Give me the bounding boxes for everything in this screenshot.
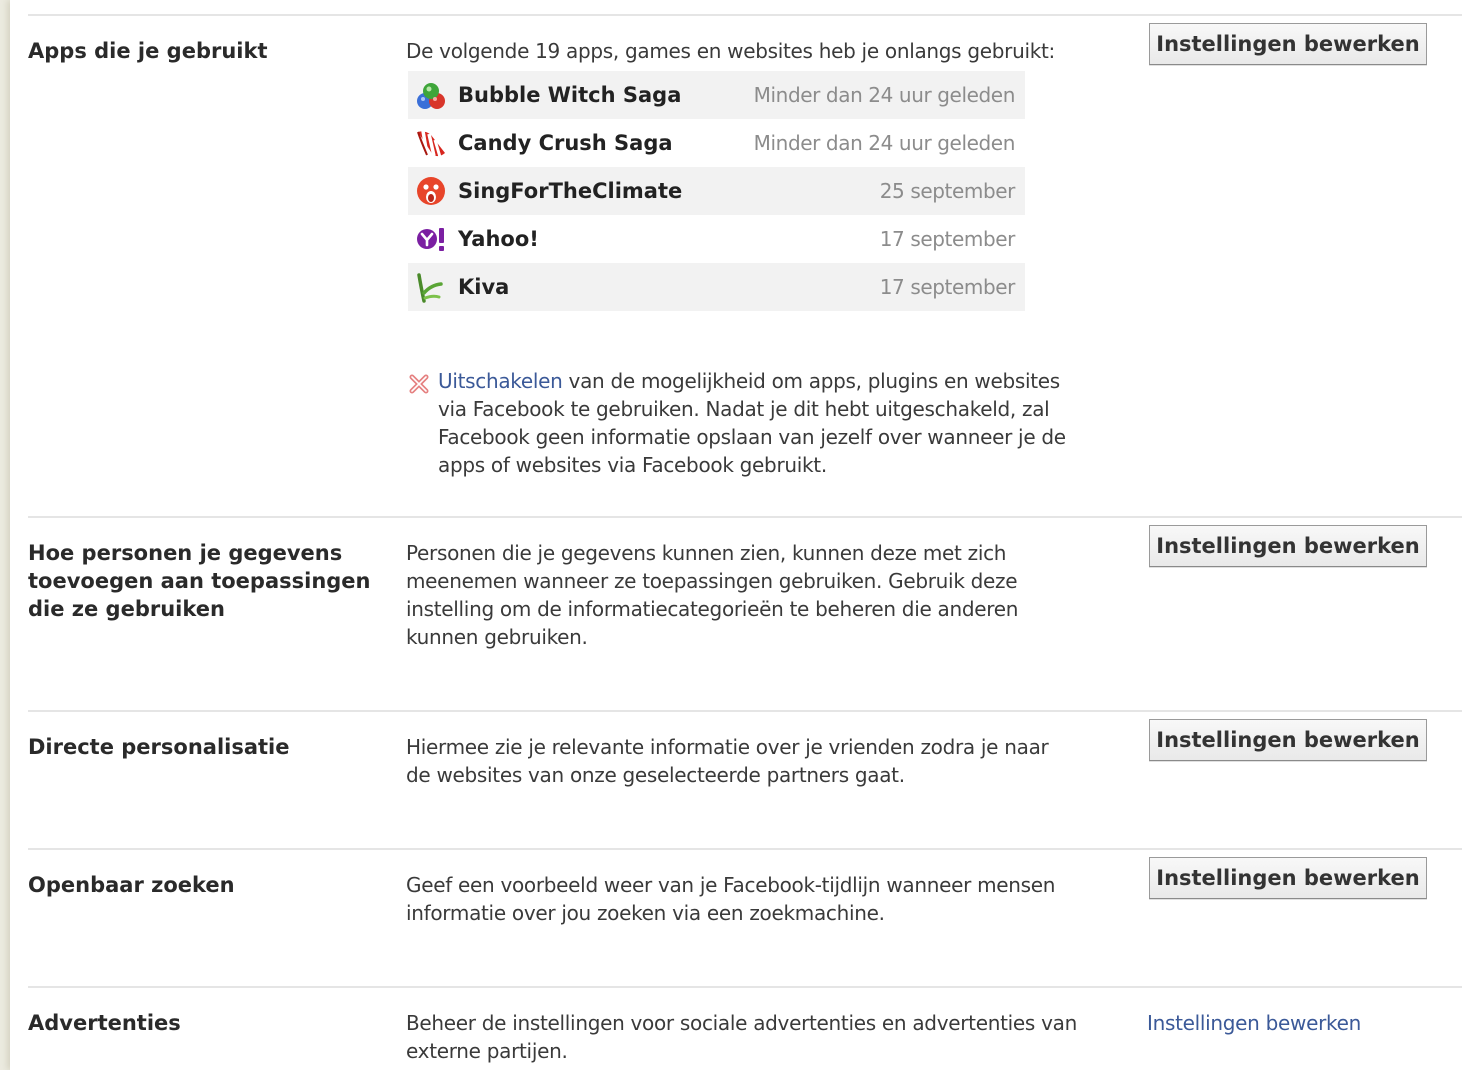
app-last-used: Minder dan 24 uur geleden (753, 83, 1016, 107)
app-last-used: Minder dan 24 uur geleden (753, 131, 1016, 155)
section-title: Advertenties (28, 1011, 181, 1035)
section-divider (28, 710, 1462, 712)
candy-crush-saga-icon (417, 130, 445, 158)
section-title: Hoe personen je gegevens toevoegen aan t… (28, 541, 371, 621)
instant-personalization-edit-button[interactable]: Instellingen bewerken (1149, 719, 1427, 761)
apps-section-title: Apps die je gebruikt (28, 39, 268, 63)
public-search-edit-button[interactable]: Instellingen bewerken (1149, 857, 1427, 899)
recent-apps-list: Bubble Witch Saga Minder dan 24 uur gele… (408, 71, 1025, 311)
app-name[interactable]: Yahoo! (458, 224, 539, 254)
app-last-used: 25 september (879, 179, 1016, 203)
singfortheclimate-icon (417, 177, 445, 205)
apps-edit-settings-button[interactable]: Instellingen bewerken (1149, 23, 1427, 65)
section-title: Openbaar zoeken (28, 873, 235, 897)
section-divider (28, 986, 1462, 988)
section-title: Directe personalisatie (28, 735, 290, 759)
yahoo-icon (417, 228, 444, 251)
app-row-candy-crush-saga[interactable]: Candy Crush Saga Minder dan 24 uur geled… (408, 119, 1025, 167)
app-name[interactable]: Candy Crush Saga (458, 128, 673, 158)
app-name[interactable]: SingForTheClimate (458, 176, 682, 206)
section-description: Beheer de instellingen voor sociale adve… (406, 1011, 1077, 1063)
app-row-bubble-witch-saga[interactable]: Bubble Witch Saga Minder dan 24 uur gele… (408, 71, 1025, 119)
section-divider (28, 516, 1462, 518)
top-divider (28, 14, 1462, 16)
bubble-witch-saga-icon (417, 83, 445, 109)
section-description: Geef een voorbeeld weer van je Facebook-… (406, 873, 1056, 925)
kiva-icon (417, 273, 443, 303)
section-description: Personen die je gegevens kunnen zien, ku… (406, 541, 1019, 649)
disable-link[interactable]: Uitschakelen (438, 369, 563, 393)
section-divider (28, 848, 1462, 850)
app-row-kiva[interactable]: Kiva 17 september (408, 263, 1025, 311)
app-last-used: 17 september (879, 275, 1016, 299)
app-last-used: 17 september (879, 227, 1016, 251)
app-row-yahoo[interactable]: Yahoo! 17 september (408, 215, 1025, 263)
disable-note-text: Uitschakelen van de mogelijkheid om apps… (438, 367, 1088, 479)
apps-others-use-edit-button[interactable]: Instellingen bewerken (1149, 525, 1427, 567)
close-x-icon (409, 374, 429, 394)
apps-intro-text: De volgende 19 apps, games en websites h… (406, 39, 1055, 63)
app-name[interactable]: Kiva (458, 272, 509, 302)
section-description: Hiermee zie je relevante informatie over… (406, 735, 1049, 787)
settings-panel: Apps die je gebruikt De volgende 19 apps… (10, 0, 1462, 1070)
app-name[interactable]: Bubble Witch Saga (458, 80, 681, 110)
app-row-singfortheclimate[interactable]: SingForTheClimate 25 september (408, 167, 1025, 215)
ads-edit-settings-link[interactable]: Instellingen bewerken (1147, 1009, 1361, 1037)
